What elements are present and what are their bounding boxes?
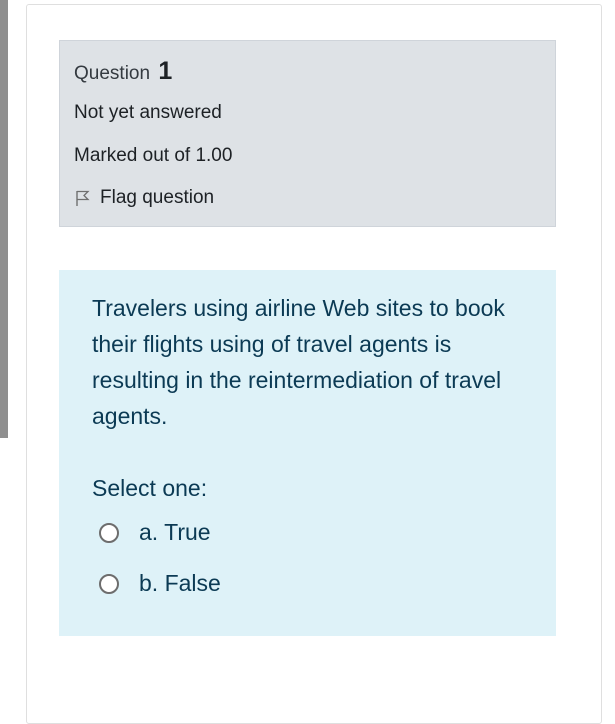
- question-text: Travelers using airline Web sites to boo…: [92, 295, 505, 429]
- answer-option-true[interactable]: a. True: [99, 519, 211, 546]
- left-scroll-indicator: [0, 0, 8, 438]
- answer-option-false[interactable]: b. False: [99, 570, 221, 597]
- flag-outline-icon: [74, 189, 92, 207]
- answer-prompt: Select one:: [92, 475, 208, 501]
- radio-false[interactable]: [99, 573, 119, 594]
- question-formulation: Travelers using airline Web sites to boo…: [59, 270, 556, 636]
- question-info-panel: Question 1 Not yet answered Marked out o…: [59, 40, 556, 227]
- answer-label-false[interactable]: b. False: [139, 570, 221, 597]
- answer-label-true[interactable]: a. True: [139, 519, 211, 546]
- question-label: Question: [74, 63, 151, 84]
- radio-true[interactable]: [99, 522, 119, 543]
- question-grade: Marked out of 1.00: [74, 145, 233, 166]
- question-heading: Question 1: [74, 57, 172, 86]
- question-number: 1: [158, 57, 173, 85]
- flag-question-link[interactable]: Flag question: [74, 187, 214, 209]
- flag-question-label: Flag question: [100, 187, 215, 208]
- question-state: Not yet answered: [74, 102, 222, 123]
